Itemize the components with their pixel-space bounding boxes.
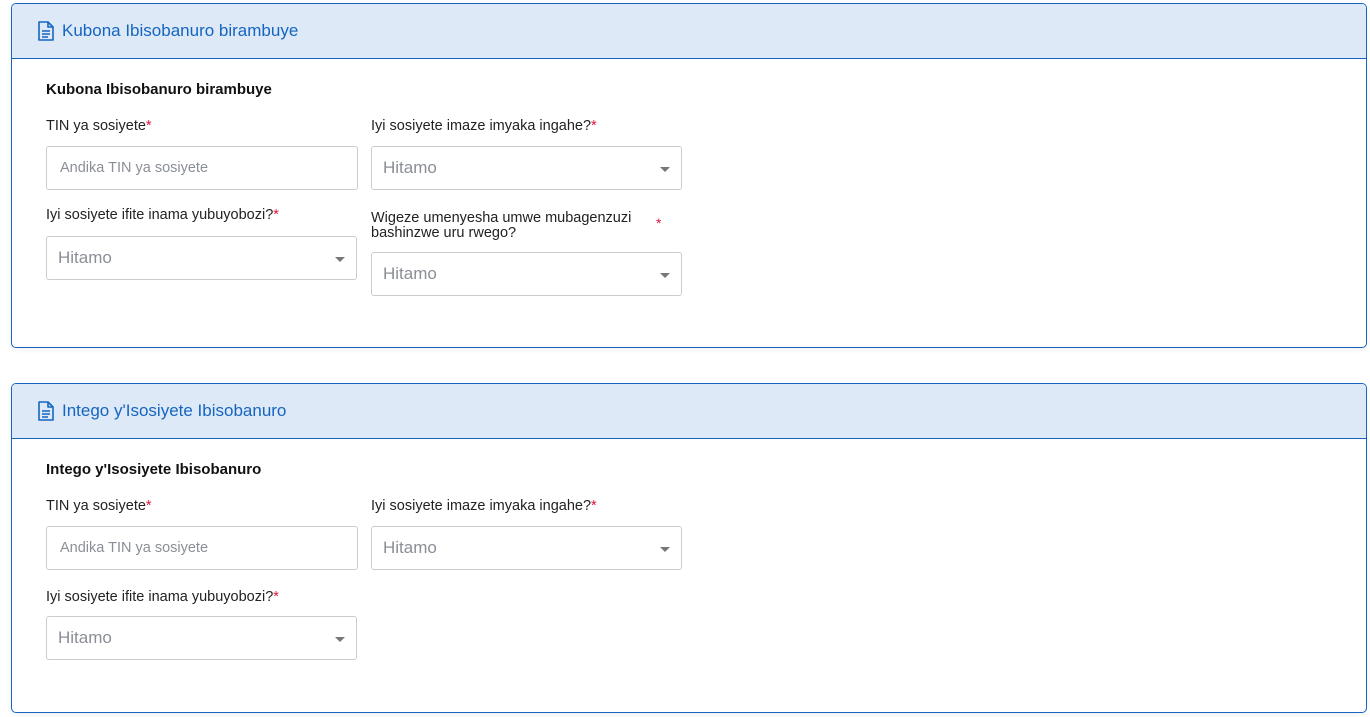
tin-label: TIN ya sosiyete*	[46, 118, 152, 134]
details-card: Kubona Ibisobanuro birambuye Kubona Ibis…	[11, 3, 1367, 348]
required-marker: *	[145, 498, 152, 514]
board-select[interactable]: Hitamo	[46, 236, 357, 280]
section-title: Kubona Ibisobanuro birambuye	[46, 81, 272, 98]
board-select-value: Hitamo	[58, 628, 112, 647]
required-marker: *	[656, 215, 662, 231]
caret-down-icon	[335, 637, 345, 642]
board-select-value: Hitamo	[58, 248, 112, 267]
section-title: Intego y'Isosiyete Ibisobanuro	[46, 461, 262, 478]
purpose-card: Intego y'Isosiyete Ibisobanuro Intego y'…	[11, 383, 1367, 713]
years-select-value: Hitamo	[383, 158, 437, 177]
caret-down-icon	[660, 273, 670, 278]
required-marker: *	[273, 207, 279, 223]
caret-down-icon	[335, 257, 345, 262]
auditor-select-value: Hitamo	[383, 264, 437, 283]
tin-input[interactable]	[46, 526, 358, 570]
years-label: Iyi sosiyete imaze imyaka ingahe?*	[371, 118, 597, 134]
years-label: Iyi sosiyete imaze imyaka ingahe?*	[371, 498, 597, 514]
years-select[interactable]: Hitamo	[371, 146, 682, 190]
document-icon	[37, 21, 55, 41]
card-header: Intego y'Isosiyete Ibisobanuro	[12, 384, 1366, 439]
card-header-title: Kubona Ibisobanuro birambuye	[62, 21, 299, 40]
card-header-title: Intego y'Isosiyete Ibisobanuro	[62, 401, 287, 420]
board-label: Iyi sosiyete ifite inama yubuyobozi?*	[46, 589, 279, 605]
required-marker: *	[591, 118, 597, 134]
years-select-value: Hitamo	[383, 538, 437, 557]
auditor-label: Wigeze umenyesha umwe mubagenzuzi bashin…	[371, 210, 632, 241]
auditor-select[interactable]: Hitamo	[371, 252, 682, 296]
document-icon	[37, 401, 55, 421]
required-marker: *	[145, 118, 152, 134]
years-select[interactable]: Hitamo	[371, 526, 682, 570]
tin-input[interactable]	[46, 146, 358, 190]
required-marker: *	[273, 589, 279, 605]
required-marker: *	[591, 498, 597, 514]
caret-down-icon	[660, 167, 670, 172]
board-select[interactable]: Hitamo	[46, 616, 357, 660]
tin-label: TIN ya sosiyete*	[46, 498, 152, 514]
caret-down-icon	[660, 547, 670, 552]
board-label: Iyi sosiyete ifite inama yubuyobozi?*	[46, 207, 279, 223]
card-header: Kubona Ibisobanuro birambuye	[12, 4, 1366, 59]
